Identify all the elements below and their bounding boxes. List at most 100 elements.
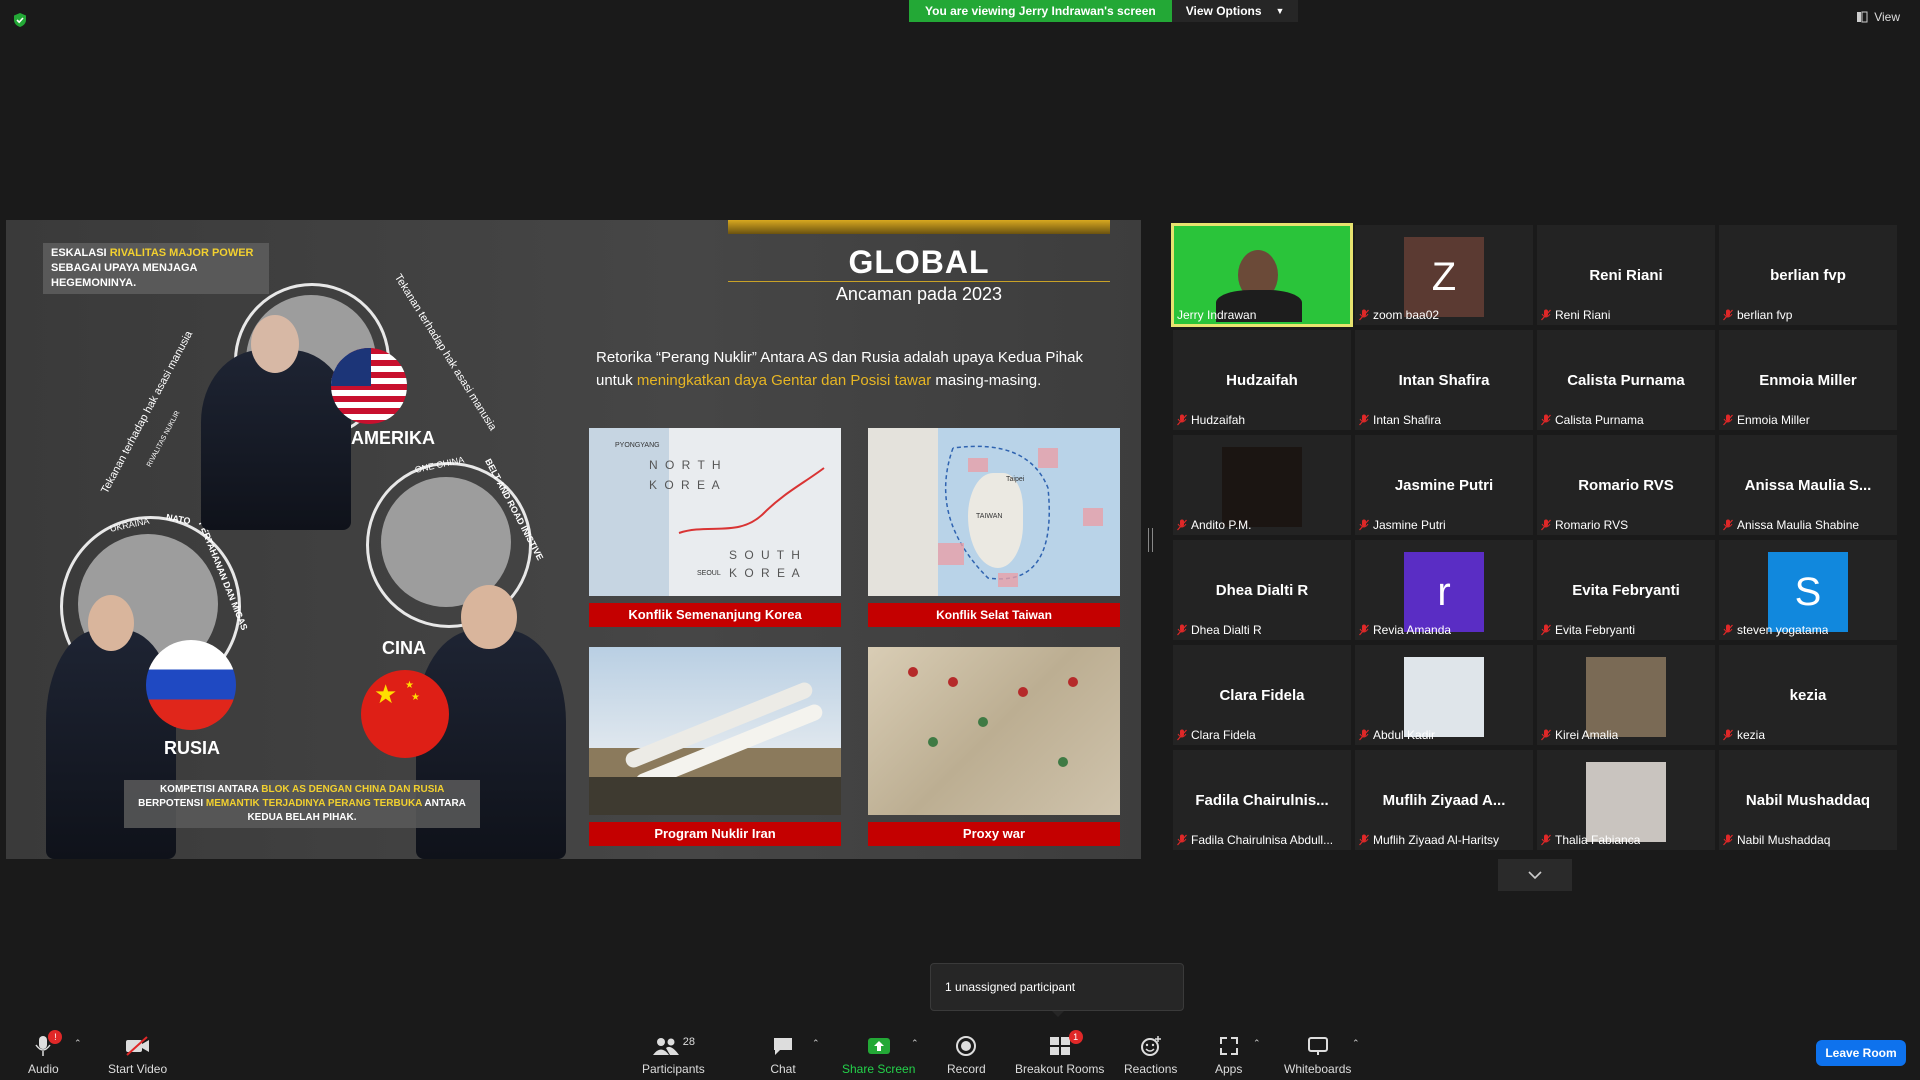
shared-screen-slide: ESKALASI RIVALITAS MAJOR POWER SEBAGAI U… [6, 220, 1141, 859]
note-top-text: ESKALASI [51, 247, 110, 259]
map-taiwan: TAIWAN [976, 513, 1003, 520]
title-gold-bar [728, 220, 1110, 234]
participant-label: Thalia Fabianca [1541, 833, 1640, 847]
participant-label-text: kezia [1737, 728, 1766, 742]
slide-title: GLOBAL [848, 244, 990, 280]
participant-tile[interactable]: Abdul Kadir [1355, 645, 1533, 745]
breakout-rooms-button[interactable]: 1 Breakout Rooms [1015, 1030, 1104, 1076]
participant-tile[interactable]: Clara Fidela Clara Fidela [1173, 645, 1351, 745]
participant-display-name: Hudzaifah [1226, 372, 1298, 389]
avatar-letter: S [1768, 552, 1848, 632]
view-options-button[interactable]: View Options ▼ [1171, 0, 1299, 22]
whiteboards-label: Whiteboards [1284, 1062, 1352, 1076]
mic-muted-icon [1541, 834, 1551, 846]
participant-tile[interactable]: Ssteven yogatama [1719, 540, 1897, 640]
note-bottom-highlight-1: BLOK AS DENGAN CHINA DAN RUSIA [261, 784, 445, 795]
participant-tile[interactable]: Muflih Ziyaad A... Muflih Ziyaad Al-Harit… [1355, 750, 1533, 850]
participant-label-text: Fadila Chairulnisa Abdull... [1191, 833, 1334, 847]
participant-tile[interactable]: Hudzaifah Hudzaifah [1173, 330, 1351, 430]
participant-label: berlian fvp [1723, 308, 1792, 322]
usa-flag-icon [331, 348, 407, 424]
note-bottom-text: KOMPETISI ANTARA [159, 784, 262, 795]
participant-tile[interactable]: Calista Purnama Calista Purnama [1537, 330, 1715, 430]
participant-tile[interactable]: Thalia Fabianca [1537, 750, 1715, 850]
participant-tile[interactable]: Zzoom baa02 [1355, 225, 1533, 325]
participant-tile[interactable]: Anissa Maulia S... Anissa Maulia Shabine [1719, 435, 1897, 535]
view-options-label: View Options [1185, 4, 1262, 18]
audio-options-caret[interactable]: ⌃ [74, 1038, 82, 1049]
leave-room-button[interactable]: Leave Room [1816, 1040, 1906, 1066]
participant-label: Abdul Kadir [1359, 728, 1435, 742]
participant-display-name: Dhea Dialti R [1215, 582, 1309, 599]
participant-label-text: steven yogatama [1737, 623, 1829, 637]
start-video-button[interactable]: Start Video [108, 1034, 167, 1076]
participant-tile[interactable]: Fadila Chairulnis... Fadila Chairulnisa A… [1173, 750, 1351, 850]
avatar-letter: r [1404, 552, 1484, 632]
participant-display-name: Anissa Maulia S... [1744, 477, 1872, 494]
next-page-button[interactable] [1498, 859, 1572, 891]
apps-button[interactable]: Apps [1215, 1034, 1242, 1076]
participant-label-text: Abdul Kadir [1373, 728, 1436, 742]
participant-label: Jasmine Putri [1359, 518, 1446, 532]
record-button[interactable]: Record [947, 1034, 986, 1076]
participant-tile[interactable]: Nabil Mushaddaq Nabil Mushaddaq [1719, 750, 1897, 850]
share-screen-button[interactable]: Share Screen [842, 1034, 915, 1076]
participant-tile[interactable]: Enmoia Miller Enmoia Miller [1719, 330, 1897, 430]
participant-tile[interactable]: Reni Riani Reni Riani [1537, 225, 1715, 325]
avatar-photo [1404, 657, 1484, 737]
chat-options-caret[interactable]: ⌃ [812, 1038, 820, 1049]
participant-tile[interactable]: Dhea Dialti R Dhea Dialti R [1173, 540, 1351, 640]
chat-icon [774, 1038, 792, 1055]
mic-muted-icon [1541, 729, 1551, 741]
participant-tile[interactable]: r Revia Amanda [1355, 540, 1533, 640]
map-korea-1: K O R E A [649, 478, 722, 492]
participant-label-text: zoom baa02 [1373, 308, 1440, 322]
participant-label: kezia [1723, 728, 1765, 742]
avatar-letter: Z [1404, 237, 1484, 317]
participant-display-name: Nabil Mushaddaq [1745, 792, 1871, 809]
participant-tile[interactable]: Romario RVS Romario RVS [1537, 435, 1715, 535]
panel-splitter-handle[interactable] [1148, 528, 1153, 552]
participant-tile[interactable]: Kirei Amalia [1537, 645, 1715, 745]
participant-label: Clara Fidela [1177, 728, 1256, 742]
label-cina: CINA [382, 638, 426, 658]
share-screen-icon [867, 1038, 890, 1054]
participant-tile[interactable]: kezia kezia [1719, 645, 1897, 745]
mic-muted-icon [1359, 834, 1369, 846]
apps-options-caret[interactable]: ⌃ [1253, 1038, 1261, 1049]
reactions-button[interactable]: Reactions [1124, 1034, 1177, 1076]
map-seoul: SEOUL [697, 570, 721, 577]
audio-button[interactable]: ! Audio [28, 1030, 63, 1076]
participants-label: Participants [642, 1062, 705, 1076]
participant-label: Calista Purnama [1541, 413, 1644, 427]
participants-button[interactable]: 28 Participants [642, 1034, 705, 1076]
mic-muted-icon [1177, 519, 1187, 531]
participant-tile[interactable]: Intan Shafira Intan Shafira [1355, 330, 1533, 430]
participant-tile[interactable]: berlian fvp berlian fvp [1719, 225, 1897, 325]
participant-display-name: Reni Riani [1589, 267, 1663, 284]
whiteboards-options-caret[interactable]: ⌃ [1352, 1038, 1360, 1049]
participant-label: Anissa Maulia Shabine [1723, 518, 1859, 532]
avatar-photo [1586, 657, 1666, 737]
mic-muted-icon [1723, 729, 1733, 741]
participant-label-text: Anissa Maulia Shabine [1737, 518, 1860, 532]
participant-tile[interactable]: Jerry Indrawan [1171, 223, 1353, 327]
security-shield-icon[interactable] [12, 12, 28, 28]
biden-face [251, 315, 299, 373]
avatar-photo [1222, 447, 1302, 527]
participant-tile[interactable]: Andito P.M. [1173, 435, 1351, 535]
slide-subtitle: Ancaman pada 2023 [835, 284, 1003, 304]
participant-label: zoom baa02 [1359, 308, 1439, 322]
whiteboards-button[interactable]: Whiteboards [1284, 1034, 1351, 1076]
meeting-toolbar: ! Audio ⌃ Start Video 28 Participants Ch… [0, 1018, 1920, 1080]
chat-button[interactable]: Chat [770, 1034, 796, 1076]
mic-muted-icon [1541, 309, 1551, 321]
participant-label: Andito P.M. [1177, 518, 1251, 532]
participant-tile[interactable]: Evita Febryanti Evita Febryanti [1537, 540, 1715, 640]
view-layout-button[interactable]: View [1856, 10, 1900, 24]
russia-flag-icon [146, 640, 236, 730]
participant-tile[interactable]: Jasmine Putri Jasmine Putri [1355, 435, 1533, 535]
mic-muted-icon [1177, 624, 1187, 636]
view-label: View [1874, 10, 1900, 24]
share-options-caret[interactable]: ⌃ [911, 1038, 919, 1049]
